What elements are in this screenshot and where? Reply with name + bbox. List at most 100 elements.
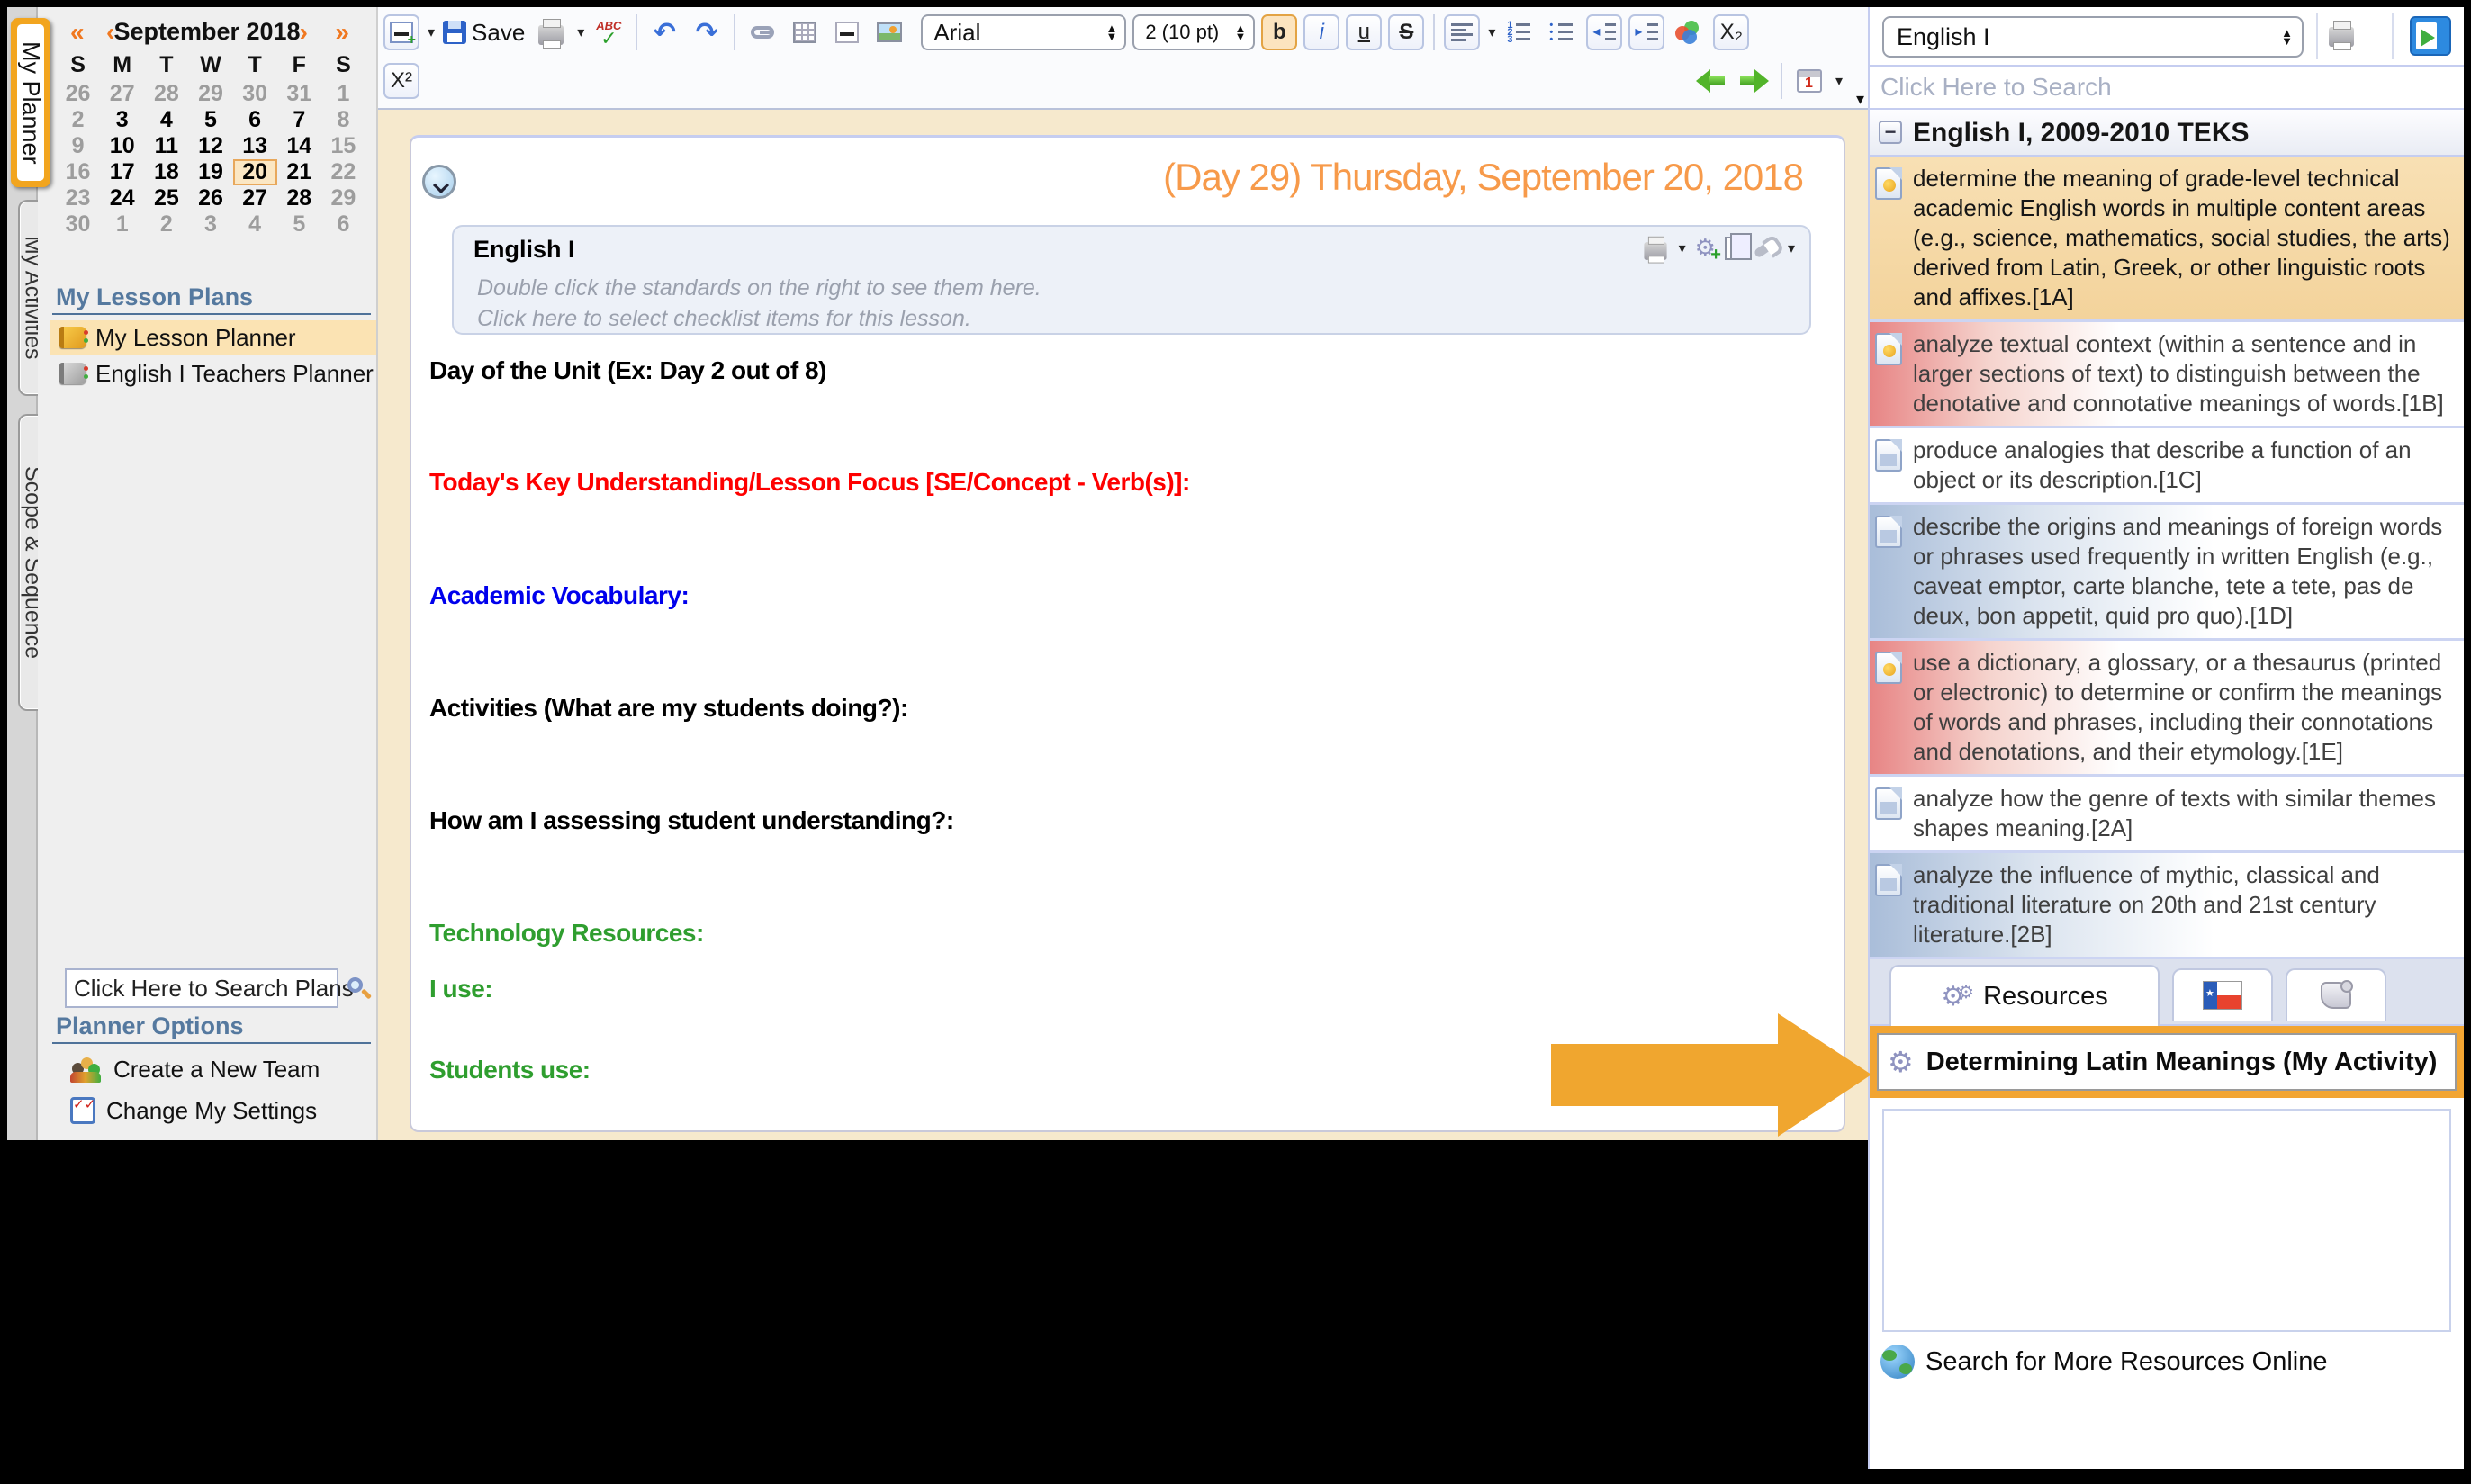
indent-button[interactable]: ▸ xyxy=(1628,14,1665,50)
calendar-day[interactable]: 10 xyxy=(100,133,144,159)
calendar-next-icon[interactable]: › xyxy=(300,18,308,47)
search-plans-input[interactable]: Click Here to Search Plans xyxy=(65,968,354,1008)
calendar-day[interactable]: 9 xyxy=(56,133,100,159)
search-online-button[interactable]: Search for More Resources Online xyxy=(1880,1345,2464,1379)
standard-item[interactable]: use a dictionary, a glossary, or a thesa… xyxy=(1870,641,2464,777)
lesson-section-label[interactable]: How am I assessing student understanding… xyxy=(429,806,954,835)
calendar-day[interactable]: 18 xyxy=(144,159,188,185)
print-button[interactable] xyxy=(533,14,569,50)
calendar-day[interactable]: 20 xyxy=(232,159,277,185)
calendar-day[interactable]: 30 xyxy=(56,211,100,238)
class-tools-dropdown-icon[interactable]: ▾ xyxy=(1788,239,1795,257)
calendar-day[interactable]: 24 xyxy=(100,185,144,211)
calendar-day[interactable]: 14 xyxy=(277,133,321,159)
clock-icon[interactable] xyxy=(422,165,456,199)
calendar-day[interactable]: 28 xyxy=(277,185,321,211)
save-button[interactable]: Save xyxy=(441,14,527,50)
lesson-section-label[interactable]: I use: xyxy=(429,975,493,1003)
goto-date-button[interactable] xyxy=(1791,63,1827,99)
lesson-page[interactable]: (Day 29) Thursday, September 20, 2018 En… xyxy=(410,135,1845,1132)
calendar-day[interactable]: 8 xyxy=(321,107,365,133)
goto-date-dropdown-icon[interactable]: ▾ xyxy=(1835,72,1843,90)
lesson-plan-item-english-teachers[interactable]: English I Teachers Planner xyxy=(50,356,376,391)
underline-button[interactable]: u xyxy=(1346,14,1383,50)
course-select[interactable]: English I ▲ ▼ xyxy=(1882,16,2304,58)
toolbar-collapse-icon[interactable]: ▾ xyxy=(1856,90,1864,109)
tab-my-planner[interactable]: My Planner xyxy=(11,18,50,187)
next-day-button[interactable] xyxy=(1736,63,1772,99)
calendar-day[interactable]: 12 xyxy=(188,133,232,159)
tab-resources[interactable]: ⚙ Resources xyxy=(1889,965,2160,1026)
calendar-day[interactable]: 26 xyxy=(188,185,232,211)
calendar-day[interactable]: 28 xyxy=(144,81,188,107)
calendar-day[interactable]: 19 xyxy=(188,159,232,185)
calendar-day[interactable]: 26 xyxy=(56,81,100,107)
subscript-button[interactable]: X₂ xyxy=(1713,14,1750,50)
standard-item[interactable]: analyze the influence of mythic, classic… xyxy=(1870,853,2464,959)
standard-item[interactable]: produce analogies that describe a functi… xyxy=(1870,428,2464,505)
redo-button[interactable]: ↷ xyxy=(689,14,725,50)
calendar-day[interactable]: 17 xyxy=(100,159,144,185)
font-family-select[interactable]: Arial ▲ ▼ xyxy=(921,14,1127,50)
text-color-button[interactable] xyxy=(1671,14,1707,50)
calendar-day[interactable]: 6 xyxy=(233,107,277,133)
calendar-day[interactable]: 16 xyxy=(56,159,100,185)
standard-item[interactable]: describe the origins and meanings of for… xyxy=(1870,505,2464,641)
italic-button[interactable]: i xyxy=(1303,14,1340,50)
print-dropdown-icon[interactable]: ▾ xyxy=(577,23,584,41)
activity-item-highlighted[interactable]: ⚙ Determining Latin Meanings (My Activit… xyxy=(1870,1026,2464,1098)
lesson-section-label[interactable]: Technology Resources: xyxy=(429,919,704,948)
search-icon[interactable] xyxy=(347,977,373,1001)
class-hint-2[interactable]: Click here to select checklist items for… xyxy=(477,306,971,332)
align-button[interactable] xyxy=(1444,14,1481,50)
new-document-button[interactable]: + xyxy=(383,14,419,50)
numbered-list-button[interactable]: 123 xyxy=(1502,14,1538,50)
horizontal-rule-button[interactable] xyxy=(829,14,865,50)
standard-item[interactable]: analyze textual context (within a senten… xyxy=(1870,322,2464,428)
superscript-button[interactable]: X² xyxy=(383,63,419,99)
insert-link-button[interactable] xyxy=(744,14,780,50)
class-copy-icon[interactable] xyxy=(1724,232,1752,260)
calendar-day[interactable]: 23 xyxy=(56,185,100,211)
collapse-group-icon[interactable]: − xyxy=(1879,121,1902,144)
standard-item[interactable]: determine the meaning of grade-level tec… xyxy=(1870,157,2464,322)
lesson-section-label[interactable]: Today's Key Understanding/Lesson Focus [… xyxy=(429,468,1190,497)
lesson-section-label[interactable]: Day of the Unit (Ex: Day 2 out of 8) xyxy=(429,356,826,385)
calendar-day[interactable]: 5 xyxy=(188,107,232,133)
calendar-day[interactable]: 11 xyxy=(144,133,188,159)
calendar-day[interactable]: 25 xyxy=(144,185,188,211)
calendar-day[interactable]: 27 xyxy=(100,81,144,107)
class-hint-1[interactable]: Double click the standards on the right … xyxy=(477,275,1042,301)
align-dropdown-icon[interactable]: ▾ xyxy=(1488,23,1495,41)
calendar-day[interactable]: 4 xyxy=(144,107,188,133)
undo-button[interactable]: ↶ xyxy=(646,14,682,50)
lesson-section-label[interactable]: Activities (What are my students doing?)… xyxy=(429,694,908,723)
calendar-day[interactable]: 30 xyxy=(233,81,277,107)
standard-item[interactable]: analyze how the genre of texts with simi… xyxy=(1870,777,2464,853)
calendar-last-icon[interactable]: » xyxy=(335,18,349,47)
calendar-day[interactable]: 27 xyxy=(233,185,277,211)
panel-print-icon[interactable] xyxy=(2329,21,2354,50)
class-add-activity-icon[interactable]: ⚙ xyxy=(1695,234,1722,265)
previous-day-button[interactable] xyxy=(1693,63,1729,99)
calendar-day[interactable]: 3 xyxy=(188,211,232,238)
bold-button[interactable]: b xyxy=(1261,14,1298,50)
insert-image-button[interactable] xyxy=(871,14,907,50)
calendar-day[interactable]: 4 xyxy=(233,211,277,238)
calendar-day[interactable]: 21 xyxy=(277,159,321,185)
class-tools-icon[interactable] xyxy=(1753,237,1778,259)
insert-table-button[interactable] xyxy=(787,14,823,50)
outdent-button[interactable]: ◂ xyxy=(1586,14,1623,50)
calendar-day[interactable]: 1 xyxy=(100,211,144,238)
lesson-plan-item-my-planner[interactable]: My Lesson Planner xyxy=(50,320,376,355)
bullet-list-button[interactable]: • • • xyxy=(1544,14,1580,50)
class-print-dropdown-icon[interactable]: ▾ xyxy=(1679,239,1686,257)
calendar-day[interactable]: 13 xyxy=(233,133,277,159)
calendar-day[interactable]: 6 xyxy=(321,211,365,238)
lesson-section-label[interactable]: Academic Vocabulary: xyxy=(429,581,690,610)
calendar-day[interactable]: 2 xyxy=(56,107,100,133)
calendar-day[interactable]: 2 xyxy=(144,211,188,238)
lesson-section-label[interactable]: Students use: xyxy=(429,1056,591,1084)
calendar-day[interactable]: 15 xyxy=(321,133,365,159)
strikethrough-button[interactable]: S xyxy=(1388,14,1425,50)
